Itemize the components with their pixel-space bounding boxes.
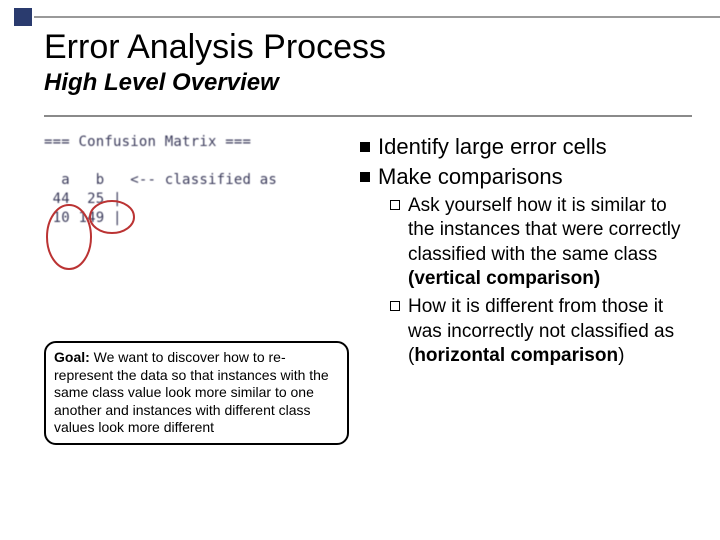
slide-title: Error Analysis Process [44,28,692,67]
sub-bullet-text: How it is different from those it was in… [408,295,692,368]
slide-accent-line [34,16,720,18]
confusion-matrix: === Confusion Matrix === a b <-- classif… [44,133,314,293]
square-bullet-icon [360,142,370,152]
goal-box: Goal: We want to discover how to re-repr… [44,341,349,445]
bullet-list: Identify large error cells Make comparis… [360,133,692,190]
sub-bullet-item: Ask yourself how it is similar to the in… [390,194,692,291]
slide-subtitle: High Level Overview [44,69,692,97]
matrix-text: === Confusion Matrix === a b <-- classif… [44,133,277,227]
right-column: Identify large error cells Make comparis… [360,133,692,445]
hollow-bullet-icon [390,200,400,210]
slide-body: Error Analysis Process High Level Overvi… [0,0,720,461]
slide-accent-square [14,8,32,26]
content-row: === Confusion Matrix === a b <-- classif… [44,133,692,445]
sub-bullet-list: Ask yourself how it is similar to the in… [390,194,692,368]
bullet-item: Make comparisons [360,163,692,191]
goal-label: Goal: [54,349,90,365]
sub-bullet-text: Ask yourself how it is similar to the in… [408,194,692,291]
hr-divider [44,115,692,117]
bullet-item: Identify large error cells [360,133,692,161]
bullet-text: Identify large error cells [378,133,607,161]
goal-text: We want to discover how to re-represent … [54,349,329,435]
hollow-bullet-icon [390,301,400,311]
square-bullet-icon [360,172,370,182]
left-column: === Confusion Matrix === a b <-- classif… [44,133,354,445]
sub-bullet-item: How it is different from those it was in… [390,295,692,368]
bullet-text: Make comparisons [378,163,563,191]
